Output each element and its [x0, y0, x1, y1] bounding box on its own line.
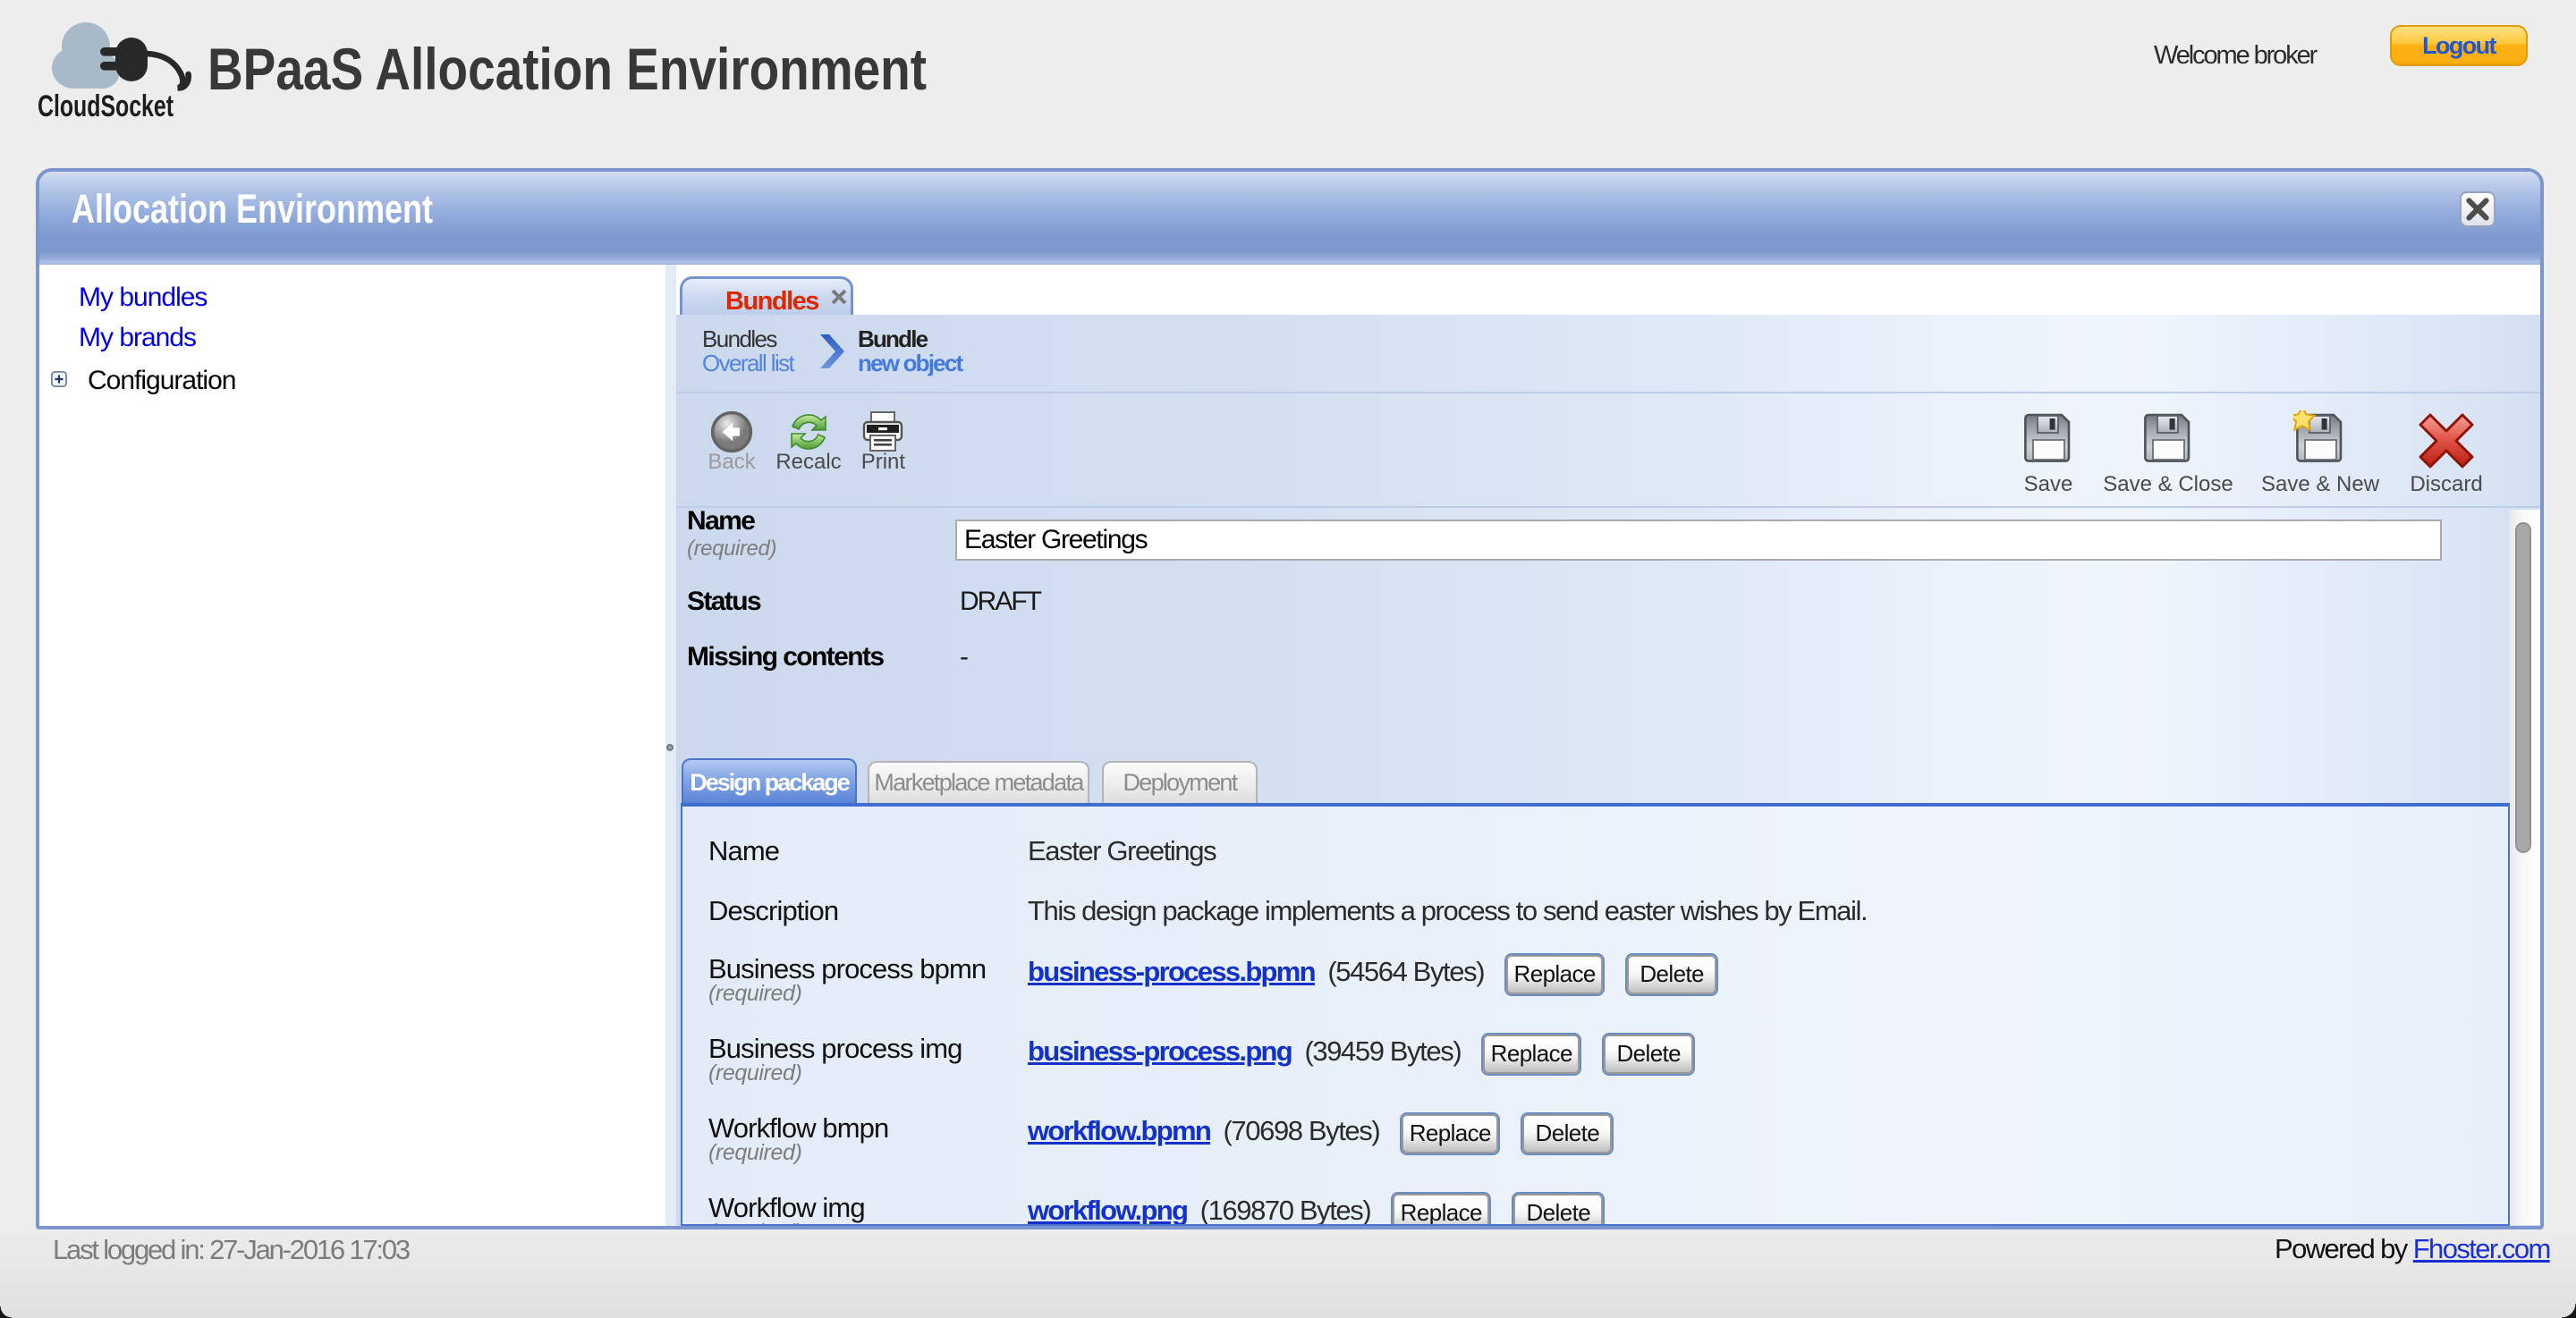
svg-text:BPaaS Allocation Environment: BPaaS Allocation Environment [208, 38, 927, 102]
svg-text:Allocation Environment: Allocation Environment [72, 186, 433, 232]
svg-text:CloudSocket: CloudSocket [38, 89, 174, 123]
